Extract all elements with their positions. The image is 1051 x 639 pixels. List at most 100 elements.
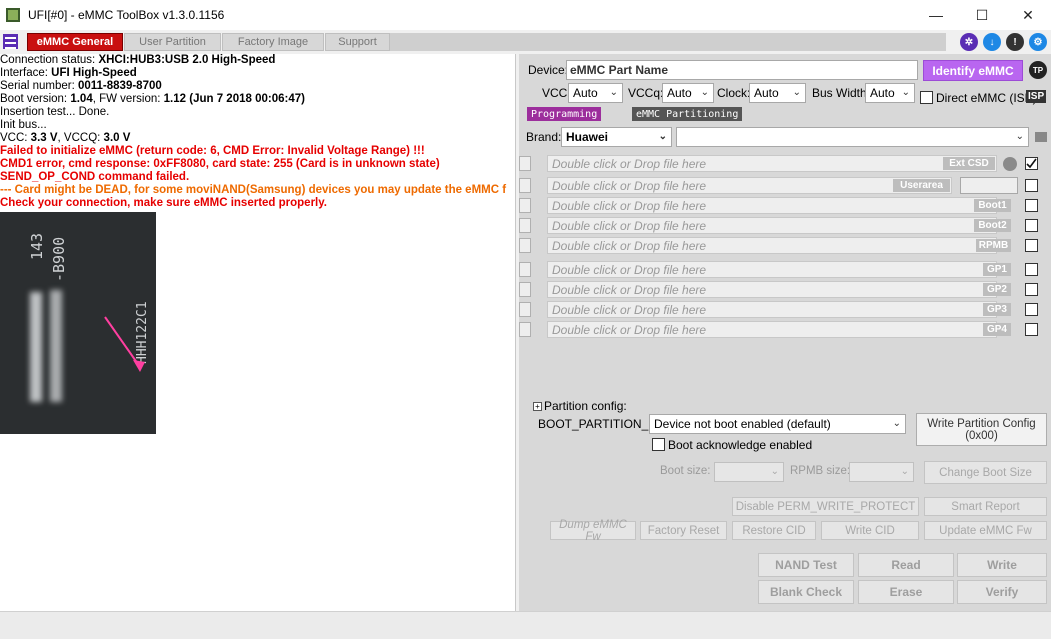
gp3-tag: GP3 bbox=[983, 303, 1011, 316]
brand-select[interactable]: Huawei ⌄ bbox=[561, 127, 672, 147]
tab-support[interactable]: Support bbox=[325, 33, 390, 51]
vcc-select[interactable]: Auto ⌄ bbox=[568, 83, 623, 103]
gp1-checkbox[interactable] bbox=[1025, 263, 1038, 276]
pink-arrow-icon bbox=[104, 316, 145, 372]
tab-strip-filler bbox=[390, 33, 946, 51]
file-drop-field[interactable]: Double click or Drop file here bbox=[547, 177, 952, 194]
file-drop-field[interactable]: Double click or Drop file here bbox=[547, 237, 997, 254]
expand-partition-icon[interactable]: + bbox=[533, 402, 542, 411]
device-part-name-field[interactable]: eMMC Part Name bbox=[566, 60, 918, 80]
gp4-checkbox[interactable] bbox=[1025, 323, 1038, 336]
tab-user-partition[interactable]: User Partition bbox=[124, 33, 221, 51]
vcc-label: VCC: bbox=[542, 86, 571, 100]
change-boot-size-button[interactable]: Change Boot Size bbox=[924, 461, 1047, 484]
file-icon bbox=[519, 302, 531, 317]
maximize-button[interactable]: ☐ bbox=[959, 0, 1005, 30]
boot-size-select[interactable]: ⌄ bbox=[714, 462, 784, 482]
bus-width-select[interactable]: Auto ⌄ bbox=[865, 83, 915, 103]
gp3-checkbox[interactable] bbox=[1025, 303, 1038, 316]
file-row-gp2: Double click or Drop file here GP2 bbox=[519, 281, 1038, 298]
tab-emmc-general[interactable]: eMMC General bbox=[27, 33, 123, 51]
factory-reset-button[interactable]: Factory Reset bbox=[640, 521, 727, 540]
app-icon bbox=[6, 8, 20, 22]
file-icon bbox=[519, 282, 531, 297]
read-button[interactable]: Read bbox=[858, 553, 954, 577]
file-drop-field[interactable]: Double click or Drop file here bbox=[547, 217, 997, 234]
rpmb-size-label: RPMB size: bbox=[790, 465, 851, 477]
boot-partition-select[interactable]: Device not boot enabled (default) ⌄ bbox=[649, 414, 906, 434]
bus-width-label: Bus Width: bbox=[812, 86, 871, 100]
window-controls: — ☐ ✕ bbox=[913, 0, 1051, 30]
log-line: Connection status: XHCI:HUB3:USB 2.0 Hig… bbox=[0, 54, 276, 66]
settings-icon[interactable]: ⚙ bbox=[1029, 33, 1047, 51]
download-icon[interactable]: ↓ bbox=[983, 33, 1001, 51]
userarea-size-field[interactable] bbox=[960, 177, 1018, 194]
ext-csd-checkbox[interactable] bbox=[1025, 157, 1038, 170]
dump-emmc-fw-button[interactable]: Dump eMMC Fw bbox=[550, 519, 636, 543]
close-button[interactable]: ✕ bbox=[1005, 0, 1051, 30]
smart-report-button[interactable]: Smart Report bbox=[924, 497, 1047, 516]
file-row-ext-csd: Double click or Drop file here Ext CSD bbox=[519, 155, 1038, 172]
network-icon[interactable]: ✲ bbox=[960, 33, 978, 51]
emmc-chip-photo: 143 -B900 HHH122C1 bbox=[0, 212, 156, 434]
write-partition-config-button[interactable]: Write Partition Config (0x00) bbox=[916, 413, 1047, 446]
file-icon bbox=[519, 322, 531, 337]
write-button[interactable]: Write bbox=[957, 553, 1047, 577]
file-row-rpmb: Double click or Drop file here RPMB bbox=[519, 237, 1038, 254]
log-line-warning: --- Card might be DEAD, for some moviNAN… bbox=[0, 184, 507, 196]
minimize-button[interactable]: — bbox=[913, 0, 959, 30]
ext-csd-tag: Ext CSD bbox=[943, 157, 995, 170]
update-emmc-fw-button[interactable]: Update eMMC Fw bbox=[924, 521, 1047, 540]
status-bar bbox=[0, 611, 1051, 639]
gp2-checkbox[interactable] bbox=[1025, 283, 1038, 296]
direct-emmc-label: Direct eMMC (ISP) bbox=[936, 91, 1037, 105]
file-drop-field[interactable]: Double click or Drop file here bbox=[547, 281, 997, 298]
vccq-select[interactable]: Auto ⌄ bbox=[662, 83, 714, 103]
direct-emmc-checkbox[interactable] bbox=[920, 91, 933, 104]
boot1-checkbox[interactable] bbox=[1025, 199, 1038, 212]
file-drop-field[interactable]: Double click or Drop file here bbox=[547, 197, 997, 214]
file-row-gp3: Double click or Drop file here GP3 bbox=[519, 301, 1038, 318]
boot2-tag: Boot2 bbox=[974, 219, 1011, 232]
subtab-programming[interactable]: Programming bbox=[527, 107, 602, 121]
file-drop-field[interactable]: Double click or Drop file here bbox=[547, 301, 997, 318]
file-icon bbox=[519, 198, 531, 213]
verify-button[interactable]: Verify bbox=[957, 580, 1047, 604]
disable-perm-write-protect-button[interactable]: Disable PERM_WRITE_PROTECT bbox=[732, 497, 919, 516]
log-line: VCC: 3.3 V, VCCQ: 3.0 V bbox=[0, 132, 131, 144]
info-icon[interactable]: ! bbox=[1006, 33, 1024, 51]
write-cid-button[interactable]: Write CID bbox=[821, 521, 919, 540]
folder-icon[interactable] bbox=[1035, 132, 1047, 142]
log-line-error: Check your connection, make sure eMMC in… bbox=[0, 197, 327, 209]
file-icon bbox=[519, 178, 531, 193]
file-row-boot1: Double click or Drop file here Boot1 bbox=[519, 197, 1038, 214]
file-drop-field[interactable]: Double click or Drop file here bbox=[547, 321, 997, 338]
file-drop-field[interactable]: Double click or Drop file here bbox=[547, 261, 997, 278]
tab-factory-image[interactable]: Factory Image bbox=[222, 33, 324, 51]
gp1-tag: GP1 bbox=[983, 263, 1011, 276]
log-line: Interface: UFI High-Speed bbox=[0, 67, 137, 79]
log-pane: Connection status: XHCI:HUB3:USB 2.0 Hig… bbox=[0, 54, 516, 611]
ext-csd-settings-icon[interactable] bbox=[1003, 157, 1017, 171]
nand-test-button[interactable]: NAND Test bbox=[758, 553, 854, 577]
boot2-checkbox[interactable] bbox=[1025, 219, 1038, 232]
vccq-label: VCCq: bbox=[628, 86, 664, 100]
rpmb-size-select[interactable]: ⌄ bbox=[849, 462, 914, 482]
clock-select[interactable]: Auto ⌄ bbox=[749, 83, 806, 103]
chip-blurred-marking bbox=[50, 290, 62, 402]
userarea-checkbox[interactable] bbox=[1025, 179, 1038, 192]
rpmb-checkbox[interactable] bbox=[1025, 239, 1038, 252]
model-select[interactable]: ⌄ bbox=[676, 127, 1029, 147]
file-drop-field[interactable]: Double click or Drop file here bbox=[547, 155, 997, 172]
log-line: Boot version: 1.04, FW version: 1.12 (Ju… bbox=[0, 93, 305, 105]
rpmb-tag: RPMB bbox=[976, 239, 1011, 252]
subtab-emmc-partitioning[interactable]: eMMC Partitioning bbox=[632, 107, 743, 121]
hamburger-menu-icon[interactable] bbox=[3, 34, 18, 49]
identify-emmc-button[interactable]: Identify eMMC bbox=[923, 60, 1023, 81]
erase-button[interactable]: Erase bbox=[858, 580, 954, 604]
restore-cid-button[interactable]: Restore CID bbox=[732, 521, 816, 540]
isp-badge: ISP bbox=[1026, 90, 1047, 103]
tp-icon[interactable]: TP bbox=[1029, 61, 1047, 79]
blank-check-button[interactable]: Blank Check bbox=[758, 580, 854, 604]
boot-ack-checkbox[interactable] bbox=[652, 438, 665, 451]
